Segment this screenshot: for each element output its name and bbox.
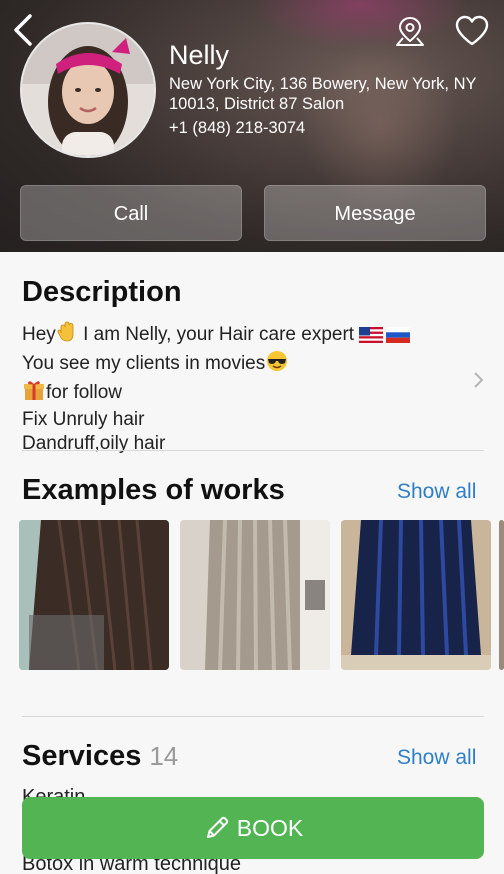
avatar-photo [22, 24, 154, 156]
us-flag-icon [359, 326, 384, 350]
profile-screen: Nelly New York City, 136 Bowery, New Yor… [0, 0, 504, 874]
profile-phone[interactable]: +1 (848) 218-3074 [169, 119, 305, 138]
divider [22, 716, 484, 717]
services-count: 14 [149, 741, 179, 771]
description-line: Dandruff,oily hair [22, 433, 166, 454]
description-line: You see my clients in movies [22, 350, 452, 379]
profile-address: New York City, 136 Bowery, New York, NY … [169, 75, 477, 113]
description-line-text: for follow [46, 382, 123, 403]
book-label: BOOK [236, 814, 304, 841]
work-photo-long-dark-hair[interactable] [19, 520, 169, 670]
description-line-text: Hey [22, 324, 56, 345]
gift-icon [22, 379, 46, 408]
description-line-text: You see my clients in movies [22, 353, 266, 374]
pencil-icon [206, 816, 229, 838]
description-text[interactable]: Hey I am Nelly, your Hair care expert Yo… [22, 321, 452, 456]
works-title: Examples of works [22, 474, 285, 506]
profile-name: Nelly [169, 40, 230, 70]
works-show-all-link[interactable]: Show all [397, 480, 476, 504]
services-show-all-link[interactable]: Show all [397, 746, 476, 770]
description-line: for follow [22, 379, 452, 408]
work-photo-long-gray-hair[interactable] [180, 520, 330, 670]
heart-icon[interactable] [454, 14, 490, 48]
profile-header: Nelly New York City, 136 Bowery, New Yor… [0, 0, 504, 252]
book-button[interactable]: BOOK [22, 797, 484, 859]
description-line-text: I am Nelly, your Hair care expert [77, 324, 360, 345]
chevron-right-icon[interactable] [470, 370, 486, 390]
waving-hand-icon [56, 321, 78, 350]
services-title: Services 14 [22, 740, 178, 773]
message-button[interactable]: Message [264, 185, 486, 241]
divider [22, 450, 484, 451]
avatar[interactable] [20, 22, 156, 158]
description-line: Hey I am Nelly, your Hair care expert [22, 321, 452, 350]
work-photo-blue-bob-hair[interactable] [341, 520, 491, 670]
ru-flag-icon [386, 326, 411, 350]
location-pin-icon[interactable] [394, 14, 426, 48]
back-chevron-icon[interactable] [8, 12, 38, 48]
call-button[interactable]: Call [20, 185, 242, 241]
description-title: Description [22, 276, 182, 308]
services-title-text: Services [22, 740, 142, 772]
sunglasses-face-icon [265, 350, 289, 379]
description-line: Fix Unruly hair [22, 409, 145, 430]
work-photo-partial[interactable] [499, 520, 504, 670]
